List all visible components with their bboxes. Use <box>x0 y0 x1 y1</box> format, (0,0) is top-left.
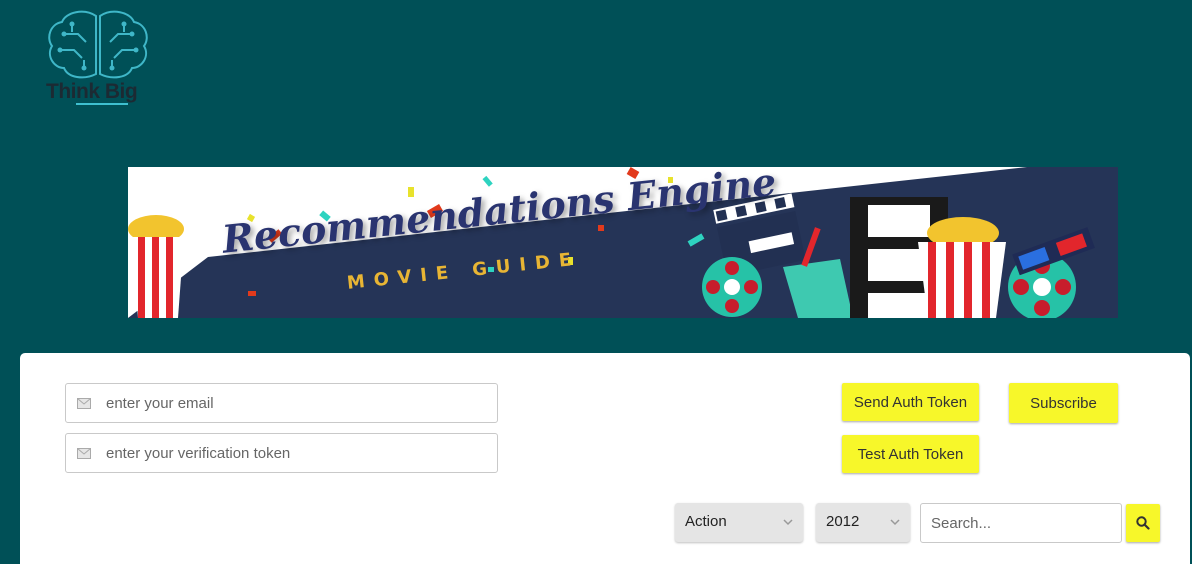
brain-circuit-icon <box>48 10 148 79</box>
envelope-icon <box>77 398 91 409</box>
verification-token-input[interactable] <box>106 434 486 472</box>
hero-banner: Recommendations Engine MOVIE GUIDE <box>128 167 1118 318</box>
year-select[interactable]: 2012 <box>816 503 910 542</box>
genre-select-value: Action <box>685 513 727 530</box>
search-icon <box>1136 516 1150 530</box>
search-button[interactable] <box>1126 504 1160 542</box>
email-input[interactable] <box>106 384 486 422</box>
logo-text: Think Big <box>46 80 138 103</box>
subscription-card: Send Auth Token Subscribe Test Auth Toke… <box>20 353 1190 564</box>
search-field-wrapper <box>920 503 1122 543</box>
send-auth-token-button[interactable]: Send Auth Token <box>842 383 979 421</box>
token-field-wrapper <box>65 433 498 473</box>
chevron-down-icon <box>783 519 793 526</box>
year-select-value: 2012 <box>826 513 860 530</box>
email-field-wrapper <box>65 383 498 423</box>
envelope-icon <box>77 448 91 459</box>
logo-underline <box>76 103 128 105</box>
think-big-logo: Think Big <box>44 10 152 108</box>
genre-select[interactable]: Action <box>675 503 803 542</box>
search-input[interactable] <box>931 504 1116 542</box>
test-auth-token-button[interactable]: Test Auth Token <box>842 435 979 473</box>
chevron-down-icon <box>890 519 900 526</box>
subscribe-button[interactable]: Subscribe <box>1009 383 1118 423</box>
